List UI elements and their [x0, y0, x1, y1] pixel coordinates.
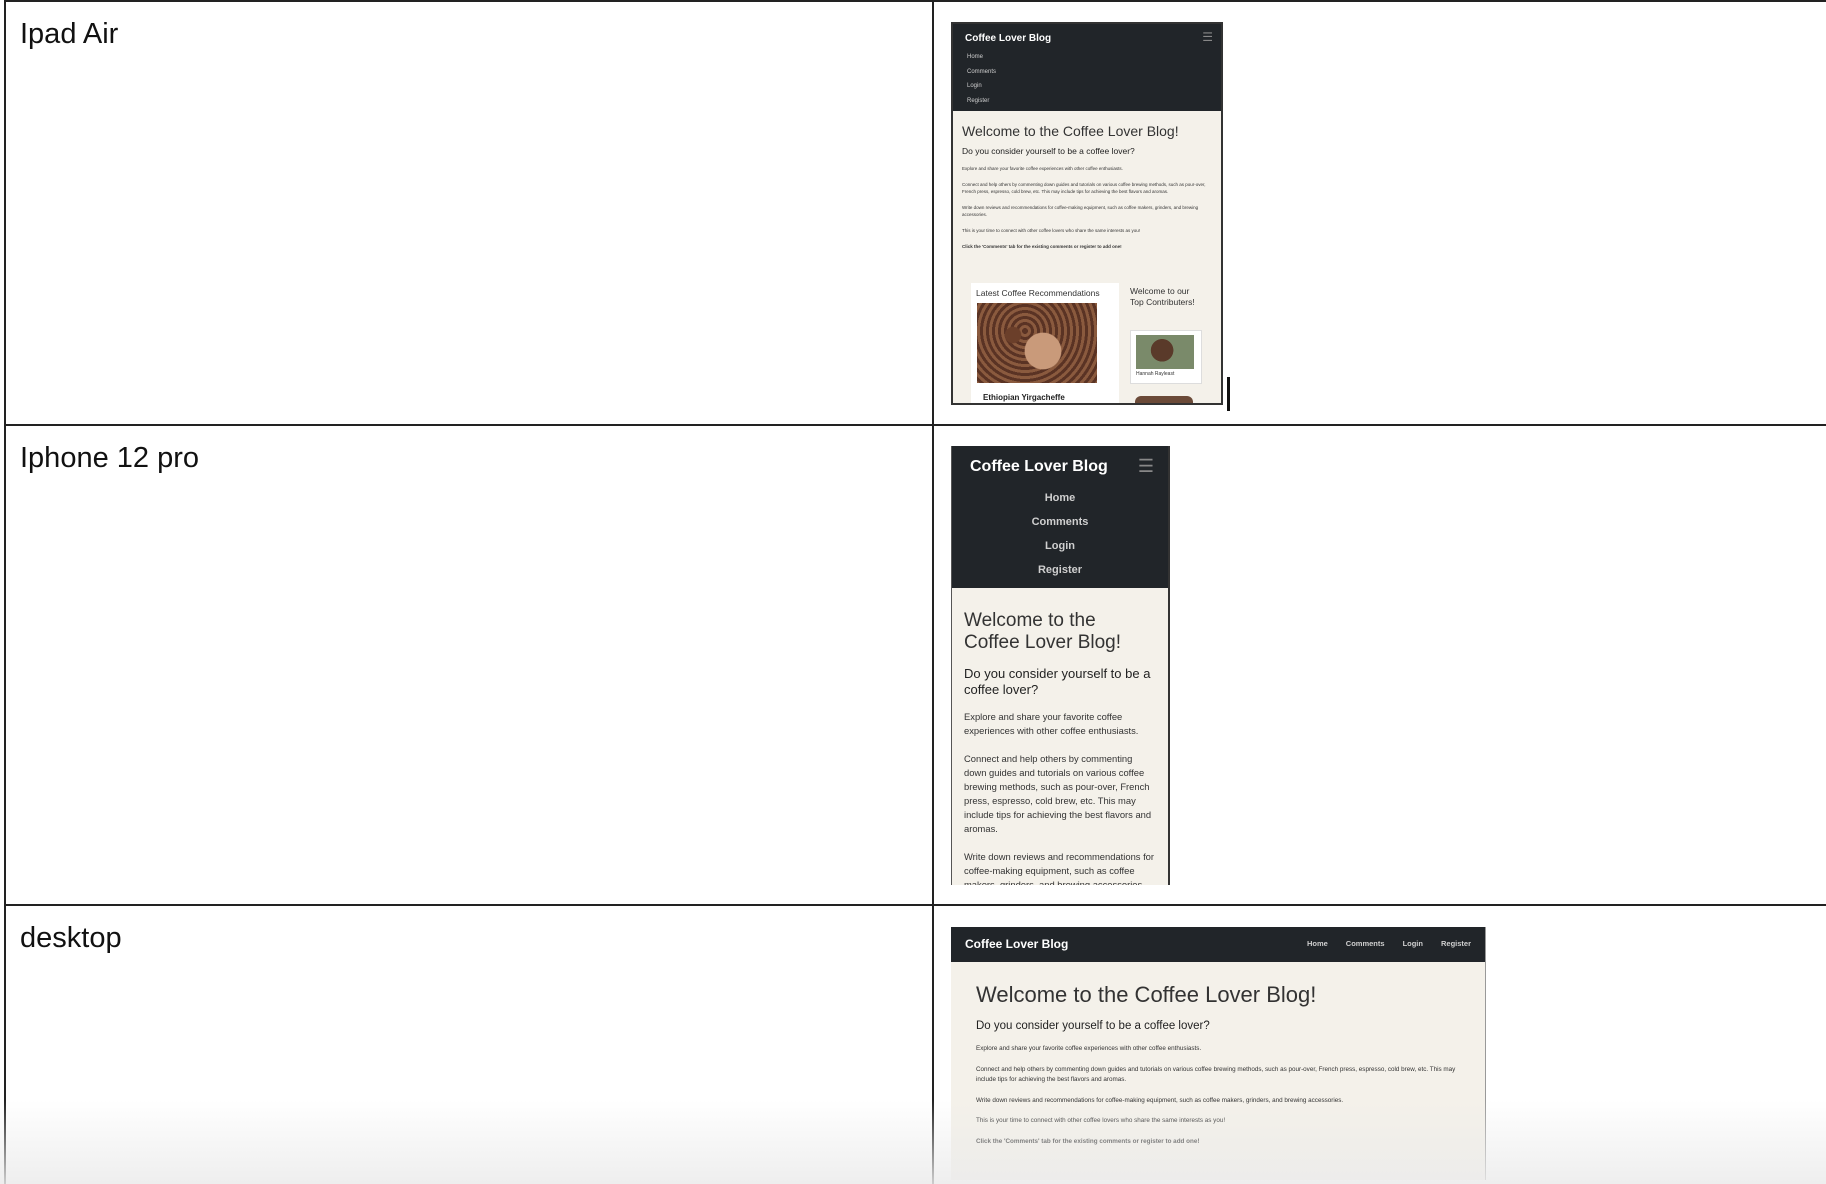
intro-paragraph: Write down reviews and recommendations f…: [964, 851, 1155, 885]
contributor-name: Hannah Rayleast: [1136, 371, 1175, 377]
nav-register[interactable]: Register: [1441, 939, 1471, 948]
hamburger-icon[interactable]: ☰: [1202, 30, 1213, 44]
intro-paragraph: Explore and share your favorite coffee e…: [964, 711, 1139, 736]
comments-hint: Click the 'Comments' tab for the existin…: [976, 1137, 1200, 1145]
page-subtitle: Do you consider yourself to be a coffee …: [962, 146, 1135, 156]
page-subtitle: Do you consider yourself to be a coffee …: [964, 666, 1151, 697]
row-divider: [4, 424, 1826, 426]
nav-home[interactable]: Home: [1307, 939, 1328, 948]
nav-comments[interactable]: Comments: [967, 65, 996, 80]
nav-register[interactable]: Register: [952, 558, 1168, 582]
intro-paragraph: This is your time to connect with other …: [962, 228, 1141, 233]
intro-paragraph: Write down reviews and recommendations f…: [962, 205, 1199, 217]
row-label-iphone: Iphone 12 pro: [20, 442, 199, 474]
recommendation-name: Ethiopian Yirgacheffe: [983, 393, 1065, 402]
nav-login[interactable]: Login: [1403, 939, 1423, 948]
row-label-desktop: desktop: [20, 922, 122, 954]
brand[interactable]: Coffee Lover Blog: [970, 458, 1108, 476]
main-content: Welcome to the Coffee Lover Blog! Do you…: [951, 962, 1485, 1147]
avatar: [1136, 335, 1194, 369]
column-divider: [932, 0, 934, 1184]
comparison-table: [0, 0, 1826, 1184]
text-cursor: [1227, 377, 1230, 411]
page-subtitle: Do you consider yourself to be a coffee …: [976, 1020, 1210, 1032]
intro-paragraph: Explore and share your favorite coffee e…: [962, 166, 1123, 171]
coffee-beans-image: [977, 303, 1097, 383]
intro-paragraph: Explore and share your favorite coffee e…: [976, 1045, 1202, 1052]
brand[interactable]: Coffee Lover Blog: [965, 937, 1068, 951]
brand[interactable]: Coffee Lover Blog: [965, 33, 1051, 44]
row-divider: [4, 904, 1826, 906]
table-border-top: [4, 0, 1826, 2]
nav-home[interactable]: Home: [952, 486, 1168, 510]
main-content: Welcome to the Coffee Lover Blog! Do you…: [952, 588, 1168, 885]
intro-paragraph: Write down reviews and recommendations f…: [976, 1096, 1344, 1104]
recommendations-section: Latest Coffee Recommendations Ethiopian …: [971, 283, 1119, 403]
contributors-title: Welcome to our Top Contributers!: [1130, 286, 1195, 307]
navbar: Coffee Lover Blog ☰ Home Comments Login …: [953, 24, 1221, 111]
page-title: Welcome to the Coffee Lover Blog!: [964, 610, 1122, 653]
intro-paragraph: Connect and help others by commenting do…: [962, 182, 1206, 194]
intro-paragraph: This is your time to connect with other …: [976, 1117, 1226, 1124]
intro-paragraph: Connect and help others by commenting do…: [976, 1065, 1456, 1084]
navbar: Coffee Lover Blog ☰ Home Comments Login …: [952, 446, 1168, 588]
nav-register[interactable]: Register: [967, 94, 996, 109]
nav-login[interactable]: Login: [967, 79, 996, 94]
recommendations-title: Latest Coffee Recommendations: [976, 288, 1100, 298]
main-content: Welcome to the Coffee Lover Blog! Do you…: [953, 111, 1221, 250]
table-border-left: [4, 0, 6, 1184]
nav-comments[interactable]: Comments: [952, 510, 1168, 534]
iphone-screenshot: Coffee Lover Blog ☰ Home Comments Login …: [951, 446, 1170, 885]
nav-login[interactable]: Login: [952, 534, 1168, 558]
intro-paragraph: Connect and help others by commenting do…: [964, 753, 1152, 834]
row-label-ipad: Ipad Air: [20, 18, 119, 50]
contributor-card: Hannah Rayleast: [1130, 330, 1202, 384]
desktop-screenshot: Coffee Lover Blog Home Comments Login Re…: [951, 927, 1486, 1180]
page-title: Welcome to the Coffee Lover Blog!: [976, 982, 1317, 1007]
nav-comments[interactable]: Comments: [1346, 939, 1385, 948]
page-title: Welcome to the Coffee Lover Blog!: [962, 123, 1179, 139]
hamburger-icon[interactable]: ☰: [1138, 456, 1154, 477]
comments-hint: Click the 'Comments' tab for the existin…: [962, 244, 1122, 249]
ipad-screenshot: Coffee Lover Blog ☰ Home Comments Login …: [951, 22, 1223, 405]
nav-home[interactable]: Home: [967, 50, 996, 65]
navbar: Coffee Lover Blog Home Comments Login Re…: [951, 927, 1485, 962]
contributor-card: [1135, 396, 1193, 403]
